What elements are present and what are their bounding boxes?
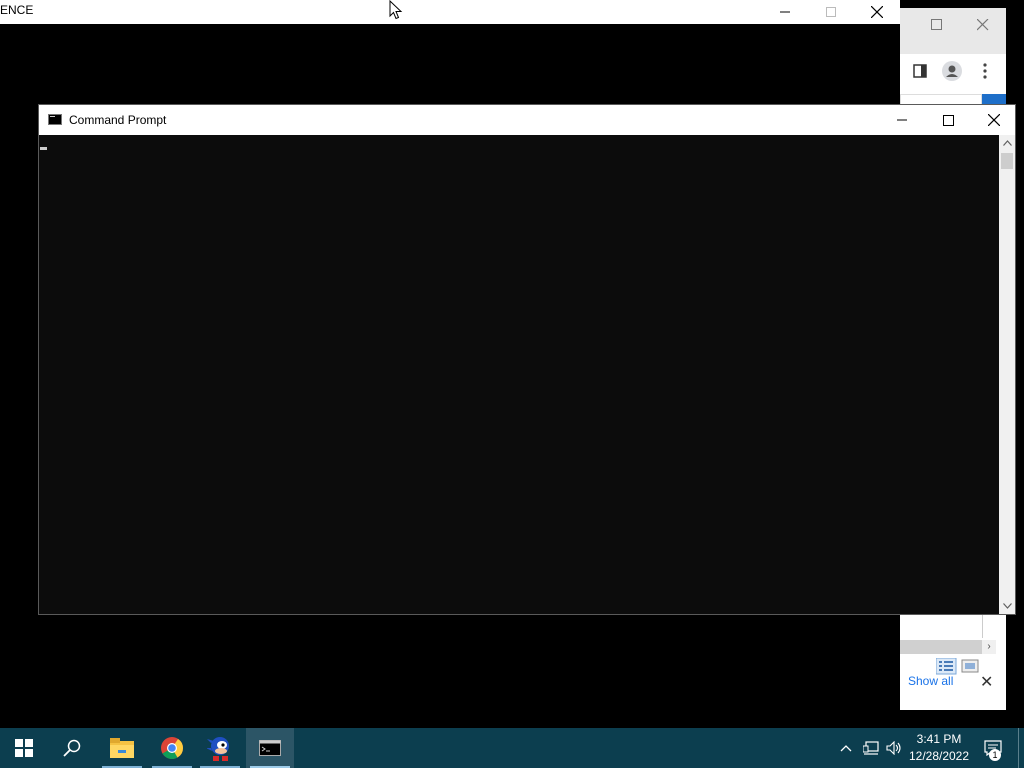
file-explorer-button[interactable]: [98, 728, 146, 768]
close-icon[interactable]: ✕: [980, 672, 993, 692]
game-app-button[interactable]: [196, 728, 244, 768]
background-window-titlebar[interactable]: ENCE: [0, 0, 900, 24]
chevron-up-icon: [1002, 140, 1012, 146]
volume-icon[interactable]: [886, 741, 902, 755]
background-minimize-button[interactable]: [762, 0, 808, 24]
maximize-icon: [942, 114, 954, 126]
minimize-icon: [780, 11, 790, 13]
chevron-up-icon[interactable]: [840, 744, 852, 752]
clock-date[interactable]: 12/28/2022: [906, 749, 972, 763]
close-button[interactable]: [971, 105, 1017, 135]
browser-toolbar: [900, 54, 1006, 94]
minimize-icon: [897, 119, 907, 121]
profile-icon[interactable]: [942, 61, 962, 81]
close-icon: [988, 114, 1000, 126]
show-desktop-button[interactable]: [1018, 728, 1024, 768]
chrome-button[interactable]: [148, 728, 196, 768]
maximize-icon: [826, 7, 836, 17]
close-icon: [871, 6, 883, 18]
browser-titlebar[interactable]: [900, 8, 1006, 54]
scroll-up-button[interactable]: [999, 135, 1015, 151]
game-character-icon: [207, 737, 229, 761]
panel-edge: [900, 614, 983, 638]
window-title: Command Prompt: [69, 113, 167, 127]
search-button[interactable]: [48, 728, 96, 768]
scroll-down-button[interactable]: [999, 598, 1015, 614]
mouse-pointer-icon: [389, 0, 403, 20]
cmd-icon: [48, 114, 62, 125]
background-close-button[interactable]: [854, 0, 900, 24]
console-output[interactable]: [39, 135, 999, 614]
background-maximize-button[interactable]: [808, 0, 854, 24]
cmd-titlebar[interactable]: Command Prompt: [39, 105, 1015, 135]
cmd-icon: [259, 740, 281, 756]
windows-logo-icon: [15, 739, 33, 757]
horizontal-scrollbar[interactable]: [900, 640, 982, 654]
close-icon[interactable]: [977, 19, 989, 31]
text-cursor: [40, 147, 47, 150]
scroll-thumb[interactable]: [1001, 153, 1013, 169]
scroll-right-arrow-icon[interactable]: ›: [982, 640, 996, 654]
folder-icon: [110, 738, 134, 758]
notification-badge: 1: [989, 749, 1001, 761]
vertical-scrollbar[interactable]: [999, 135, 1015, 614]
background-window-title: ENCE: [0, 3, 34, 17]
maximize-icon[interactable]: [931, 19, 943, 31]
side-panel-icon[interactable]: [913, 64, 927, 78]
maximize-button[interactable]: [925, 105, 971, 135]
start-button[interactable]: [0, 728, 48, 768]
more-menu-icon[interactable]: [982, 63, 988, 79]
minimize-button[interactable]: [879, 105, 925, 135]
network-icon[interactable]: [863, 741, 879, 755]
command-prompt-taskbar-button[interactable]: [246, 728, 294, 768]
taskbar: 3:41 PM 12/28/2022: [0, 728, 1024, 768]
chrome-icon: [161, 737, 183, 759]
chevron-down-icon: [1002, 603, 1012, 609]
command-prompt-window: Command Prompt: [38, 104, 1016, 615]
search-icon: [63, 739, 81, 757]
show-all-link[interactable]: Show all: [908, 674, 953, 688]
clock-time[interactable]: 3:41 PM: [912, 732, 966, 746]
